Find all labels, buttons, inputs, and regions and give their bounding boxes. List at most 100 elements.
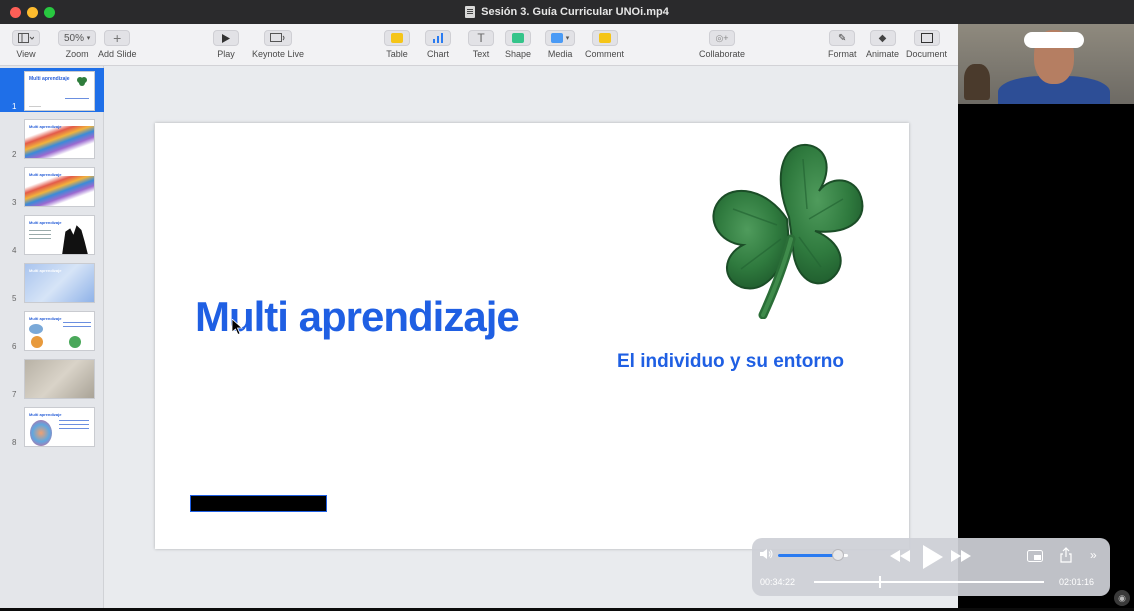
slide-subtitle[interactable]: El individuo y su entorno [617, 351, 844, 373]
text-button[interactable]: T Text [468, 30, 494, 59]
add-slide-button[interactable]: + Add Slide [98, 30, 137, 59]
slide-thumb-3[interactable]: 3 Multi aprendizaje [0, 164, 104, 208]
slide-number: 8 [12, 438, 17, 447]
shape-label: Shape [505, 49, 532, 59]
chart-button[interactable]: Chart [425, 30, 451, 59]
slide-thumb-5[interactable]: 5 Multi aprendizaje [0, 260, 104, 304]
table-label: Table [386, 49, 408, 59]
screen: Sesión 3. Guía Curricular UNOi.mp4 View … [0, 0, 1134, 611]
zoom-select[interactable]: 50% ▾ Zoom [58, 30, 97, 59]
shape-button[interactable]: Shape [505, 30, 531, 59]
slide-number: 1 [12, 102, 17, 111]
slide-thumbnail: Multi aprendizaje [24, 311, 95, 351]
document-panel-icon [913, 30, 940, 46]
clover-thumb-icon [77, 77, 87, 86]
keynote-window: View 50% ▾ Zoom + Add Slide Play Keynote… [0, 24, 958, 608]
collaborate-icon: ◎+ [709, 30, 736, 46]
picture-in-picture-icon[interactable] [1027, 550, 1043, 562]
rewind-icon[interactable] [890, 550, 910, 562]
slide-thumbnail: Multi aprendizaje [24, 215, 95, 255]
face-redaction [1024, 32, 1084, 48]
slide-canvas: Multi aprendizaje El individuo y su ento… [105, 66, 958, 608]
slide-thumb-7[interactable]: 7 [0, 356, 104, 400]
share-icon[interactable] [1060, 547, 1072, 563]
paintbrush-icon: ✎ [829, 30, 856, 46]
media-button[interactable]: ▾ Media [545, 30, 576, 59]
chevron-down-icon: ▾ [86, 35, 91, 42]
document-button[interactable]: Document [906, 30, 947, 59]
slide-thumb-6[interactable]: 6 Multi aprendizaje [0, 308, 104, 352]
slide-number: 3 [12, 198, 17, 207]
play-label: Play [217, 49, 235, 59]
slide-thumb-1[interactable]: 1 Multi aprendizaje [0, 68, 104, 112]
collaborate-button[interactable]: ◎+ Collaborate [699, 30, 745, 59]
animate-icon: ◆ [869, 30, 896, 46]
webcam-video [958, 24, 1134, 104]
zoom-label: Zoom [65, 49, 89, 59]
media-icon: ▾ [545, 30, 576, 46]
slide-thumbnail: Multi aprendizaje [24, 263, 95, 303]
slide-thumbnail: Multi aprendizaje [24, 119, 95, 159]
shamrock-image[interactable] [703, 139, 871, 319]
traffic-lights [10, 7, 55, 18]
current-slide[interactable]: Multi aprendizaje El individuo y su ento… [155, 123, 909, 549]
text-icon: T [468, 30, 494, 46]
table-icon [384, 30, 410, 46]
zoom-value-box: 50% ▾ [58, 30, 97, 46]
playback-scrubber[interactable] [814, 576, 1044, 588]
comment-button[interactable]: Comment [585, 30, 624, 59]
more-icon[interactable]: » [1090, 548, 1097, 562]
shape-icon [505, 30, 532, 46]
slide-thumb-2[interactable]: 2 Multi aprendizaje [0, 116, 104, 160]
volume-level [778, 554, 838, 557]
zoom-button[interactable] [44, 7, 55, 18]
table-button[interactable]: Table [384, 30, 410, 59]
slide-number: 2 [12, 150, 17, 159]
play-icon[interactable] [921, 545, 943, 569]
slide-thumbnail: Multi aprendizaje [24, 407, 95, 447]
volume-slider[interactable] [778, 549, 848, 561]
volume-knob[interactable] [831, 549, 844, 561]
format-label: Format [828, 49, 857, 59]
plus-icon: + [104, 30, 131, 46]
screen-recorder-icon[interactable]: ◉ [1114, 590, 1130, 606]
background-decoration [964, 64, 990, 100]
play-button[interactable]: Play [213, 30, 239, 59]
window-titlebar: Sesión 3. Guía Curricular UNOi.mp4 [0, 0, 1134, 24]
comment-label: Comment [585, 49, 625, 59]
fast-forward-icon[interactable] [951, 550, 971, 562]
video-player-controls: » 00:34:22 02:01:16 [752, 538, 1110, 596]
animate-label: Animate [866, 49, 900, 59]
close-button[interactable] [10, 7, 21, 18]
slide-thumb-4[interactable]: 4 Multi aprendizaje [0, 212, 104, 256]
zoom-value: 50% [64, 32, 85, 44]
keynote-live-label: Keynote Live [252, 49, 305, 59]
minimize-button[interactable] [27, 7, 38, 18]
view-label: View [16, 49, 36, 59]
window-title-text: Sesión 3. Guía Curricular UNOi.mp4 [481, 6, 669, 18]
comment-icon [591, 30, 618, 46]
keynote-live-button[interactable]: Keynote Live [252, 30, 304, 59]
add-slide-label: Add Slide [98, 49, 137, 59]
total-duration: 02:01:16 [1059, 577, 1095, 587]
chart-label: Chart [426, 49, 449, 59]
slide-number: 4 [12, 246, 17, 255]
elapsed-time: 00:34:22 [760, 577, 796, 587]
chart-icon [425, 30, 451, 46]
format-button[interactable]: ✎ Format [828, 30, 857, 59]
collaborate-label: Collaborate [699, 49, 746, 59]
animate-button[interactable]: ◆ Animate [866, 30, 899, 59]
keynote-live-icon [264, 30, 293, 46]
volume-icon[interactable] [760, 548, 774, 560]
webcam-black-area [958, 104, 1134, 608]
slide-number: 6 [12, 342, 17, 351]
document-label: Document [906, 49, 948, 59]
playhead[interactable] [879, 576, 882, 588]
slide-thumbnail [24, 359, 95, 399]
slide-number: 5 [12, 294, 17, 303]
mouse-pointer-icon [232, 319, 244, 335]
redacted-text-box[interactable] [190, 495, 327, 512]
slide-thumb-8[interactable]: 8 Multi aprendizaje [0, 404, 104, 448]
view-button[interactable]: View [12, 30, 40, 59]
document-icon [465, 6, 476, 18]
